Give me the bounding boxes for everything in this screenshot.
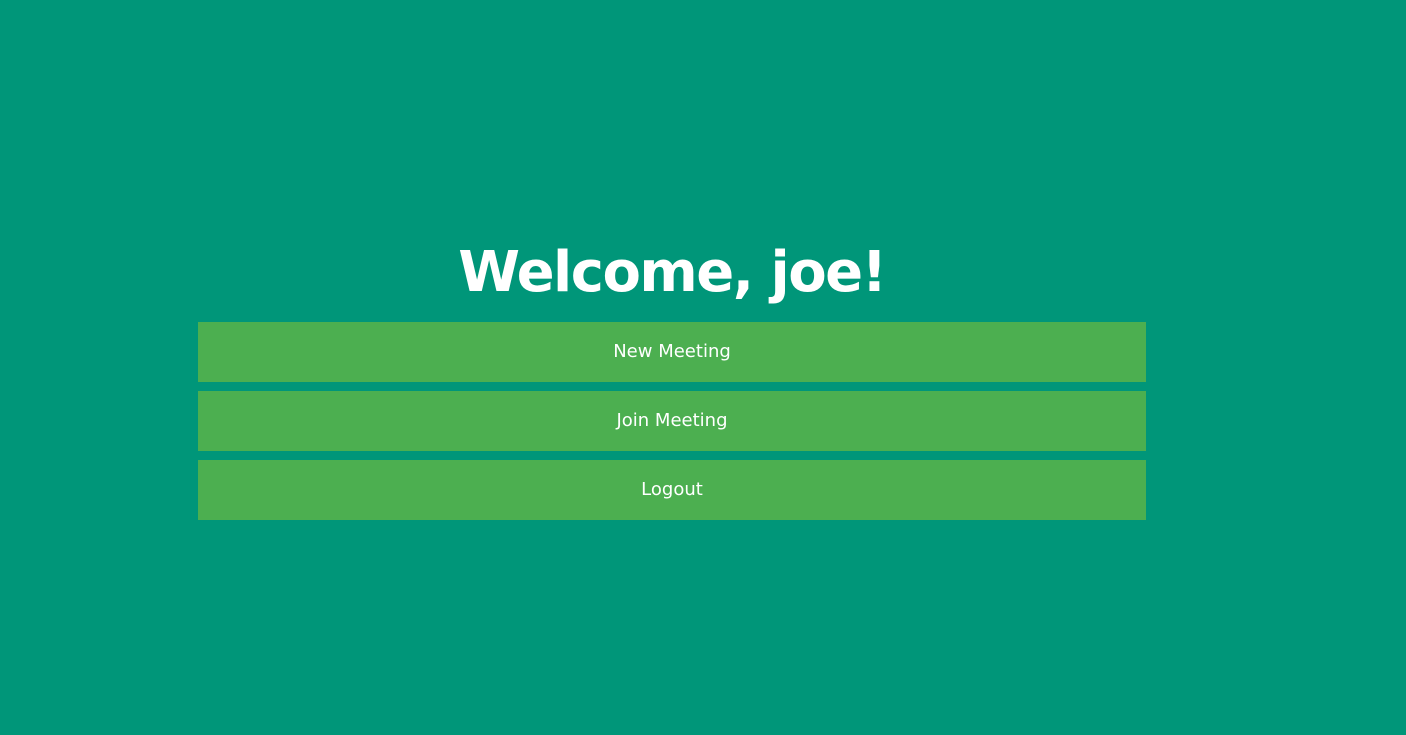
welcome-panel: Welcome, joe! New Meeting Join Meeting L… (198, 232, 1146, 529)
join-meeting-button[interactable]: Join Meeting (198, 391, 1146, 451)
action-list: New Meeting Join Meeting Logout (198, 322, 1146, 520)
logout-button[interactable]: Logout (198, 460, 1146, 520)
page-title: Welcome, joe! (458, 240, 887, 305)
new-meeting-button[interactable]: New Meeting (198, 322, 1146, 382)
